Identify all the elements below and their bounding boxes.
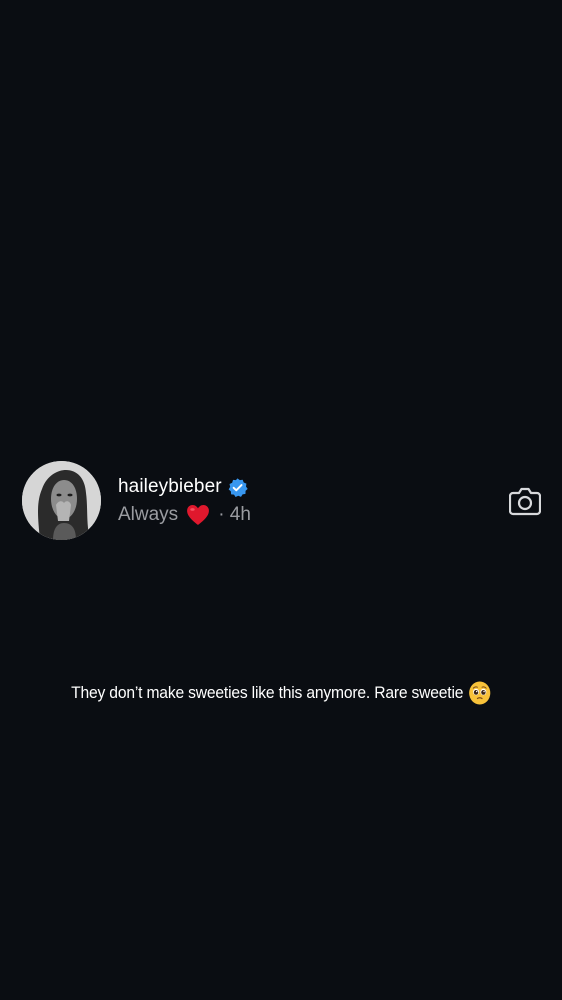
story-time: · 4h xyxy=(218,504,251,525)
pleading-face-icon xyxy=(469,681,491,705)
story-screen: haileybieber Always · 4h They don’t make… xyxy=(0,0,562,1000)
red-heart-icon xyxy=(186,504,210,526)
profile-photo-icon xyxy=(22,461,101,540)
camera-icon xyxy=(509,487,541,516)
story-header: haileybieber Always · 4h xyxy=(22,461,542,541)
avatar[interactable] xyxy=(22,461,101,540)
meta-row: Always · 4h xyxy=(118,503,251,527)
username[interactable]: haileybieber xyxy=(118,476,222,498)
verified-badge-icon xyxy=(227,477,248,498)
caption-text: They don’t make sweeties like this anymo… xyxy=(71,683,464,702)
camera-button[interactable] xyxy=(508,485,542,517)
username-row: haileybieber xyxy=(118,475,251,499)
user-info: haileybieber Always · 4h xyxy=(118,475,251,527)
story-caption: They don’t make sweeties like this anymo… xyxy=(22,681,539,705)
story-subtitle: Always xyxy=(118,504,179,525)
